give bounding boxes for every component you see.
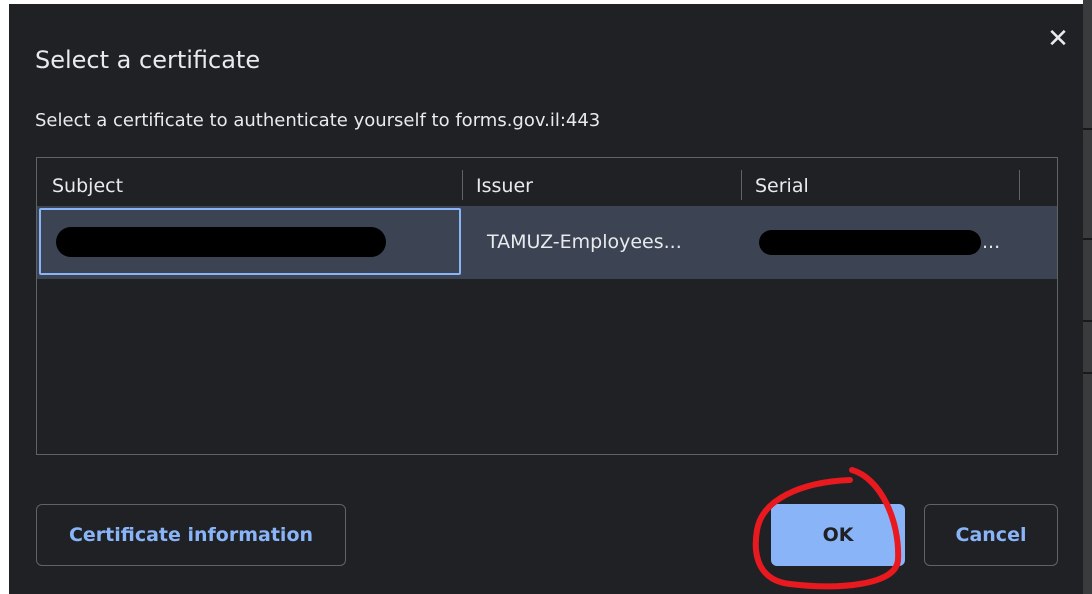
- certificate-information-button[interactable]: Certificate information: [36, 504, 346, 566]
- cell-serial: ...: [759, 206, 1019, 279]
- column-header-serial[interactable]: Serial: [755, 158, 809, 206]
- window-edge-mark: [1083, 320, 1092, 322]
- cell-issuer: TAMUZ-Employees...: [487, 231, 682, 253]
- window-edge-mark: [1083, 372, 1092, 374]
- table-header: Subject Issuer Serial: [37, 158, 1057, 206]
- column-separator[interactable]: [1019, 170, 1020, 200]
- window-edge-mark: [1083, 128, 1092, 130]
- certificate-dialog: Select a certificate ✕ Select a certific…: [9, 4, 1083, 594]
- certificate-table: Subject Issuer Serial TAMUZ-Employees...…: [36, 157, 1058, 455]
- redaction-mark: [56, 227, 386, 257]
- screenshot-frame: Select a certificate ✕ Select a certific…: [0, 0, 1092, 594]
- ok-button[interactable]: OK: [771, 504, 905, 566]
- window-edge: [1083, 0, 1092, 594]
- column-header-issuer[interactable]: Issuer: [476, 158, 533, 206]
- window-edge-mark: [1083, 238, 1092, 240]
- dialog-title: Select a certificate: [35, 46, 261, 74]
- cancel-button[interactable]: Cancel: [924, 504, 1058, 566]
- close-icon[interactable]: ✕: [1045, 26, 1071, 52]
- cell-subject[interactable]: [39, 208, 461, 275]
- column-separator[interactable]: [741, 170, 742, 200]
- column-header-subject[interactable]: Subject: [52, 158, 123, 206]
- dialog-subtitle: Select a certificate to authenticate you…: [35, 110, 601, 131]
- table-row[interactable]: TAMUZ-Employees... ...: [37, 206, 1057, 279]
- serial-ellipsis: ...: [982, 231, 1001, 253]
- redaction-mark: [759, 230, 981, 255]
- column-separator[interactable]: [462, 170, 463, 200]
